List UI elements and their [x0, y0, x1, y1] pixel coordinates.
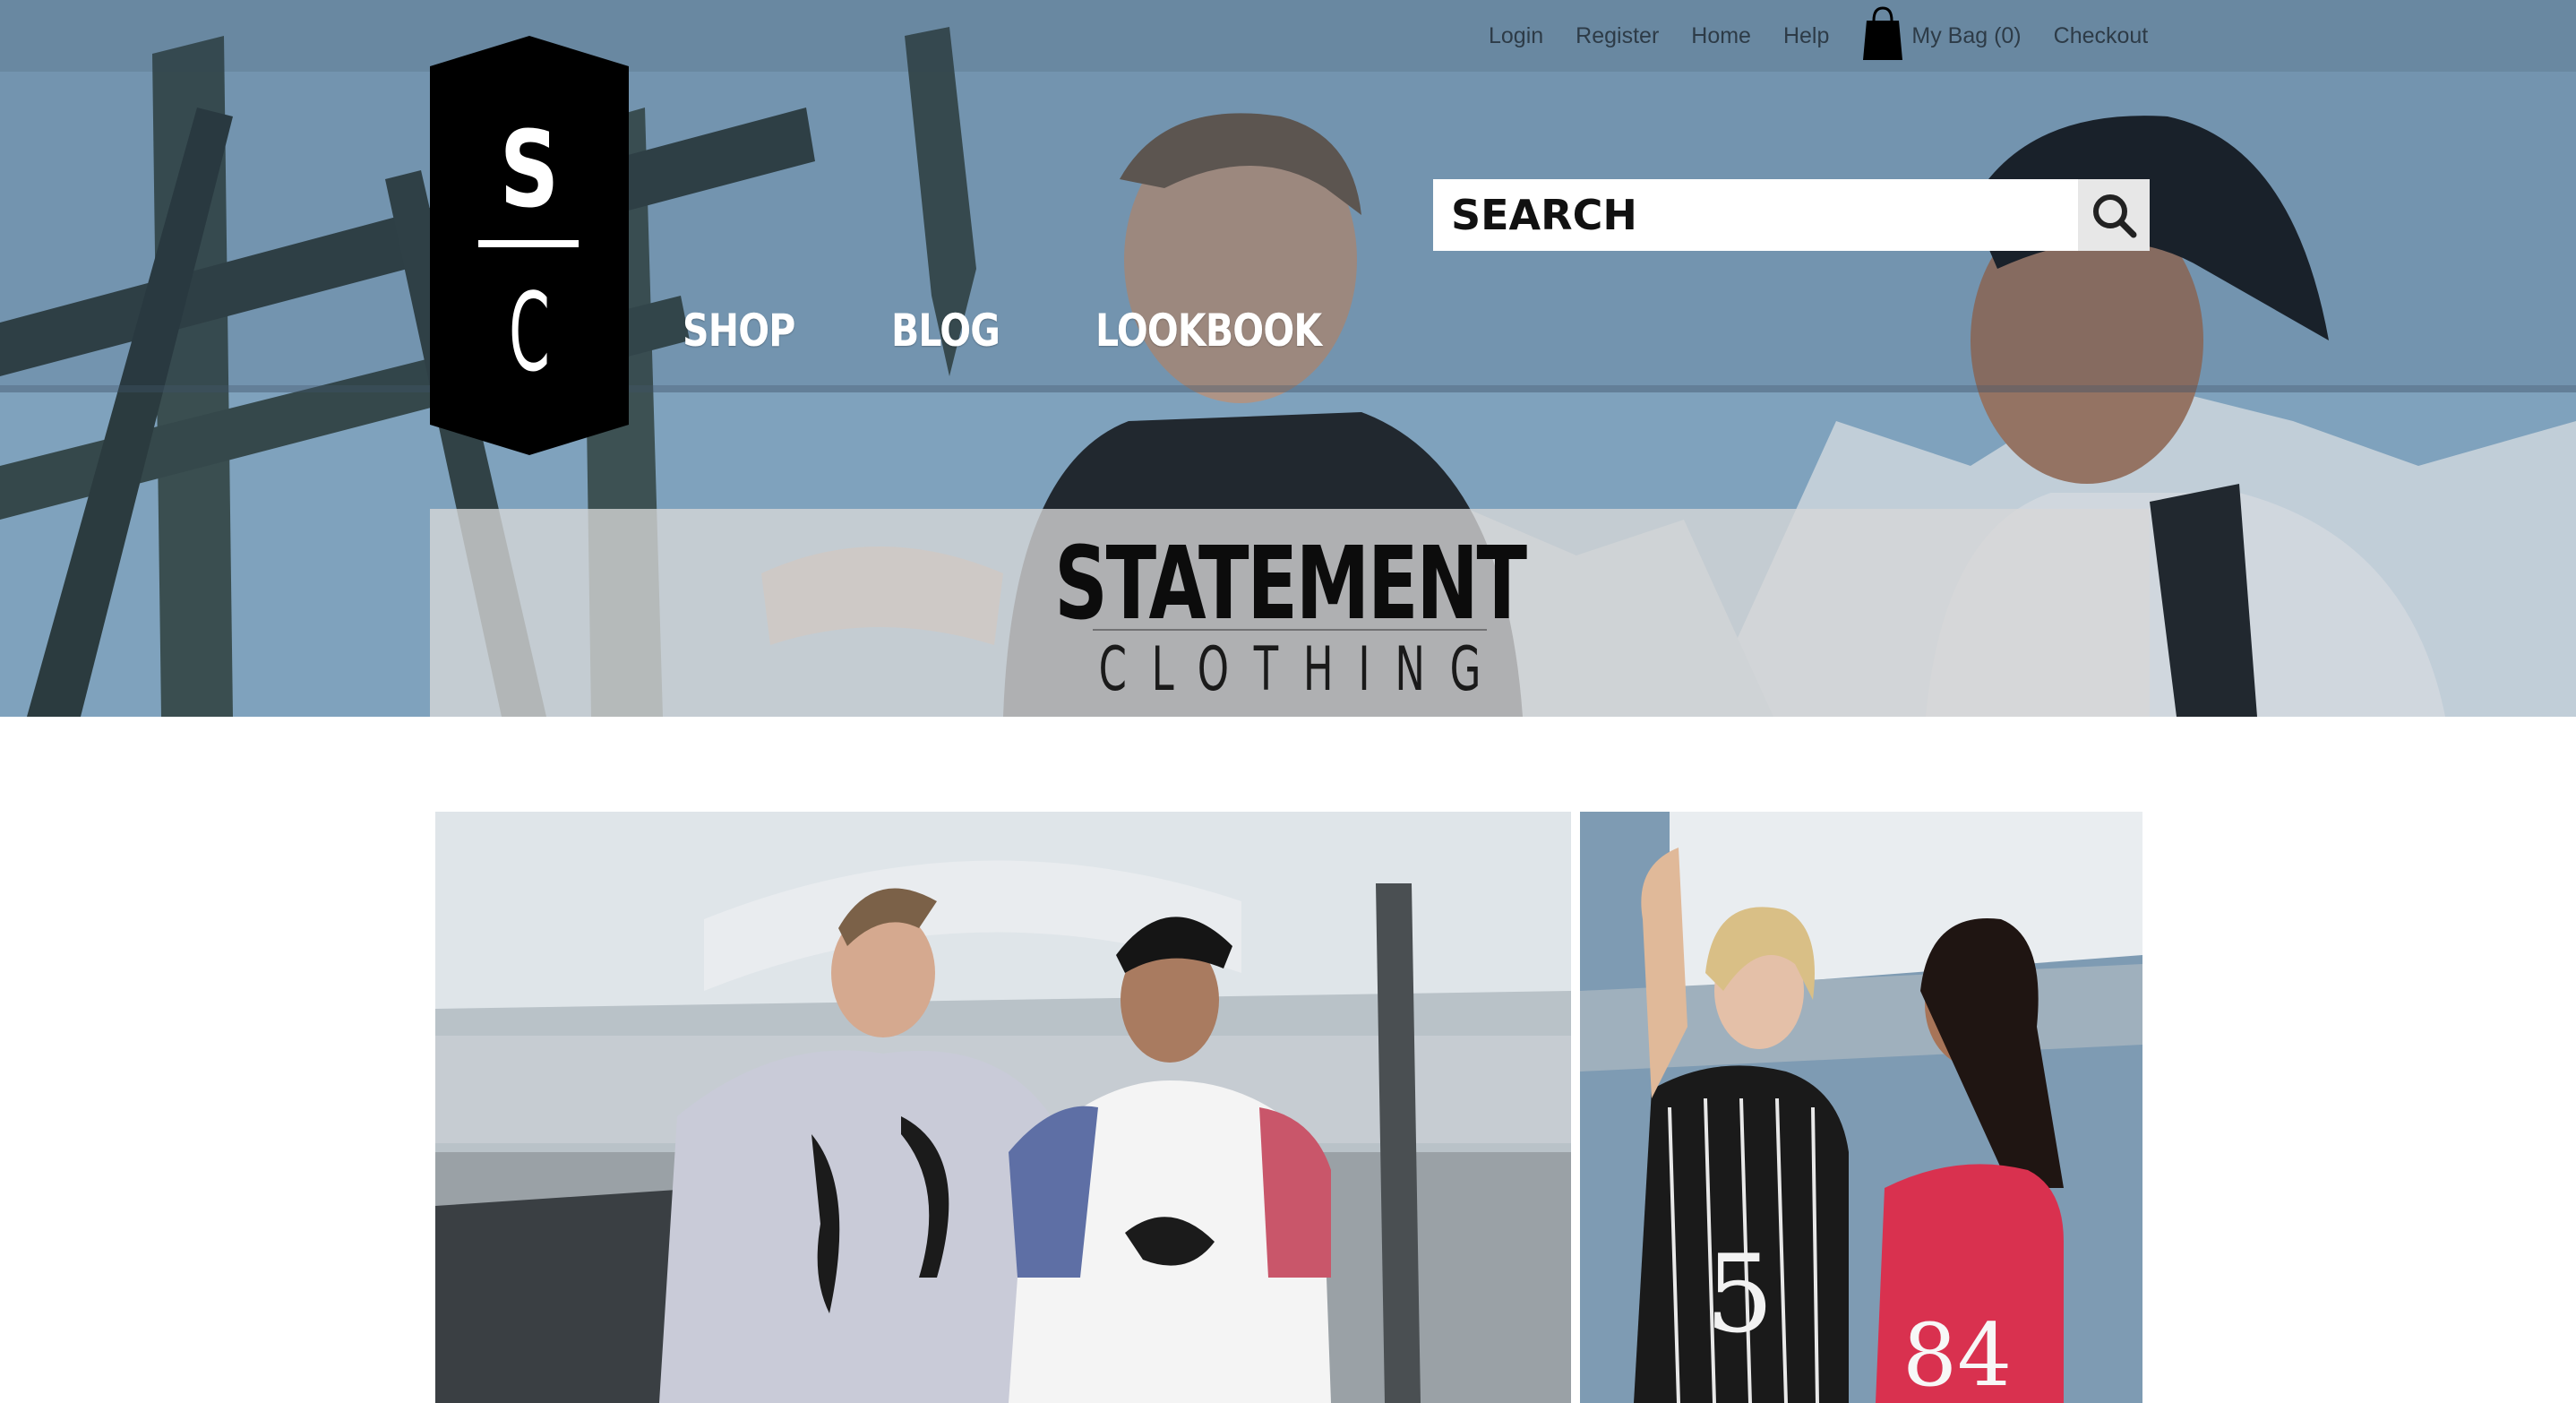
my-bag-label: My Bag (0): [1911, 22, 2022, 48]
featured-womens-tile[interactable]: 5 84: [1580, 812, 2142, 1403]
nav-lookbook[interactable]: LOOKBOOK: [1095, 305, 1322, 357]
search-icon: [2093, 194, 2137, 238]
featured-mens-photo: [435, 812, 1571, 1403]
search-button[interactable]: [2078, 179, 2150, 251]
logo-letter-s: S: [499, 108, 560, 231]
home-link[interactable]: Home: [1691, 23, 1751, 49]
featured-womens-photo: 5 84: [1580, 812, 2142, 1403]
search-bar: [1433, 179, 2150, 251]
shopping-bag-icon: [1863, 6, 1903, 60]
nav-shop[interactable]: SHOP: [683, 305, 795, 357]
site-logo[interactable]: S C: [430, 36, 629, 455]
svg-text:84: 84: [1902, 1305, 2012, 1403]
logo-letter-c: C: [508, 271, 551, 396]
brand-subtitle: CLOTHING: [1098, 634, 1507, 705]
utility-nav: Login Register Home Help My Bag (0) Chec…: [1489, 6, 2149, 60]
svg-text:5: 5: [1705, 1233, 1773, 1357]
utility-bar: [0, 0, 2576, 72]
main-nav: SHOP BLOG LOOKBOOK: [683, 305, 1370, 357]
logo-divider: [478, 240, 579, 247]
brand-divider: [1093, 629, 1487, 631]
featured-mens-tile[interactable]: [435, 812, 1571, 1403]
login-link[interactable]: Login: [1489, 23, 1543, 49]
checkout-link[interactable]: Checkout: [2054, 23, 2149, 49]
search-input[interactable]: [1433, 179, 2078, 251]
brand-title: STATEMENT: [1054, 526, 1527, 642]
brand-banner: STATEMENT CLOTHING: [430, 509, 2150, 717]
hero-banner: Login Register Home Help My Bag (0) Chec…: [0, 0, 2576, 717]
register-link[interactable]: Register: [1576, 23, 1659, 49]
nav-blog[interactable]: BLOG: [891, 305, 1000, 357]
help-link[interactable]: Help: [1783, 23, 1829, 49]
my-bag-link[interactable]: My Bag (0): [1861, 6, 2022, 62]
